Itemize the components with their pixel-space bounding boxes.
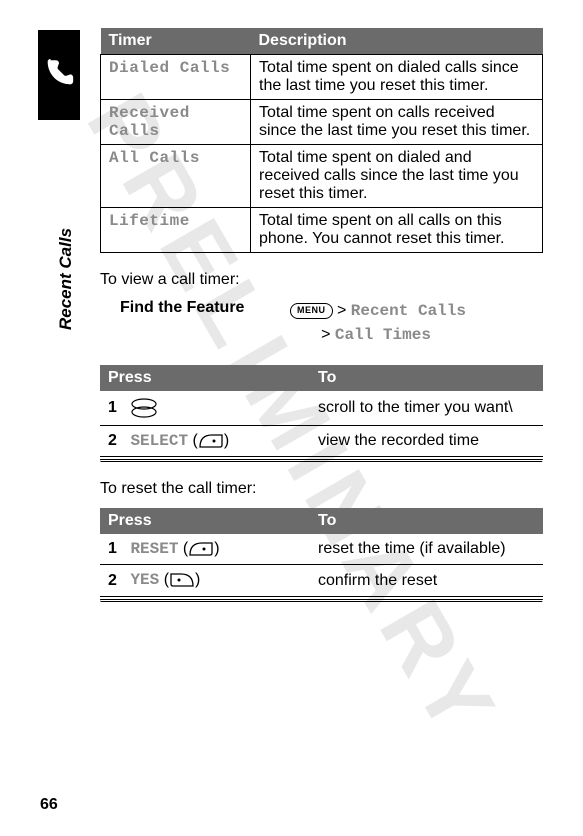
menu-key-icon: MENU (290, 303, 333, 319)
timer-desc: Total time spent on dialed calls since t… (251, 55, 543, 100)
timer-label: All Calls (109, 149, 200, 167)
find-feature-path: MENU > Recent Calls > Call Times (290, 299, 466, 347)
find-feature-row: Find the Feature MENU > Recent Calls > C… (100, 299, 543, 347)
action-text: scroll to the timer you want\ (310, 391, 543, 426)
table-row: All Calls Total time spent on dialed and… (101, 145, 543, 208)
table-row: 2 SELECT ( ) view the recorded time (100, 426, 543, 457)
paren-close: ) (224, 432, 229, 449)
path-sep: > (321, 326, 330, 343)
path-sep: > (337, 302, 346, 319)
view-intro: To view a call timer: (100, 271, 543, 289)
softkey-label: SELECT (130, 432, 188, 450)
to-header: To (310, 508, 543, 534)
page: PRELIMINARY Recent Calls Timer Descripti… (0, 0, 583, 836)
table-row: Dialed Calls Total time spent on dialed … (101, 55, 543, 100)
path-recent-calls: Recent Calls (351, 302, 466, 320)
timer-table-header-description: Description (251, 28, 543, 55)
path-call-times: Call Times (335, 326, 431, 344)
press-header: Press (100, 508, 310, 534)
step-number: 2 (108, 432, 126, 450)
find-feature-label: Find the Feature (100, 299, 290, 347)
timer-desc: Total time spent on all calls on this ph… (251, 208, 543, 253)
action-text: reset the time (if available) (310, 534, 543, 565)
scroll-updown-icon (130, 397, 158, 419)
timer-label: Dialed Calls (109, 59, 230, 77)
press-header: Press (100, 365, 310, 391)
timer-label: Lifetime (109, 212, 190, 230)
press-table-reset: Press To 1 RESET ( ) (100, 508, 543, 596)
action-text: confirm the reset (310, 565, 543, 596)
table-row: Received Calls Total time spent on calls… (101, 100, 543, 145)
action-text: view the recorded time (310, 426, 543, 457)
side-band: Recent Calls (38, 30, 80, 120)
step-number: 1 (108, 399, 126, 417)
timer-desc: Total time spent on calls received since… (251, 100, 543, 145)
section-label: Recent Calls (56, 228, 76, 330)
table-row: 1 RESET ( ) reset the time (if available… (100, 534, 543, 565)
table-end-rule (100, 599, 543, 602)
phone-icon-box (38, 30, 80, 120)
phone-icon (42, 56, 76, 95)
press-table-view: Press To 1 scroll to the (100, 365, 543, 457)
step-number: 1 (108, 540, 126, 558)
paren-close: ) (214, 540, 219, 557)
table-row: 1 scroll to the timer you want\ (100, 391, 543, 426)
timer-table: Timer Description Dialed Calls Total tim… (100, 28, 543, 253)
table-end-rule (100, 459, 543, 462)
table-row: Lifetime Total time spent on all calls o… (101, 208, 543, 253)
timer-label: Received Calls (109, 104, 190, 140)
reset-intro: To reset the call timer: (100, 480, 543, 498)
timer-table-header-timer: Timer (101, 28, 251, 55)
softkey-label: YES (130, 572, 159, 590)
soft-right-icon (198, 432, 224, 450)
timer-desc: Total time spent on dialed and received … (251, 145, 543, 208)
softkey-label: RESET (130, 540, 178, 558)
paren-close: ) (195, 572, 200, 589)
soft-left-icon (169, 571, 195, 589)
step-number: 2 (108, 572, 126, 590)
page-number: 66 (40, 796, 58, 814)
to-header: To (310, 365, 543, 391)
table-row: 2 YES ( ) confirm the reset (100, 565, 543, 596)
soft-right-icon (188, 540, 214, 558)
